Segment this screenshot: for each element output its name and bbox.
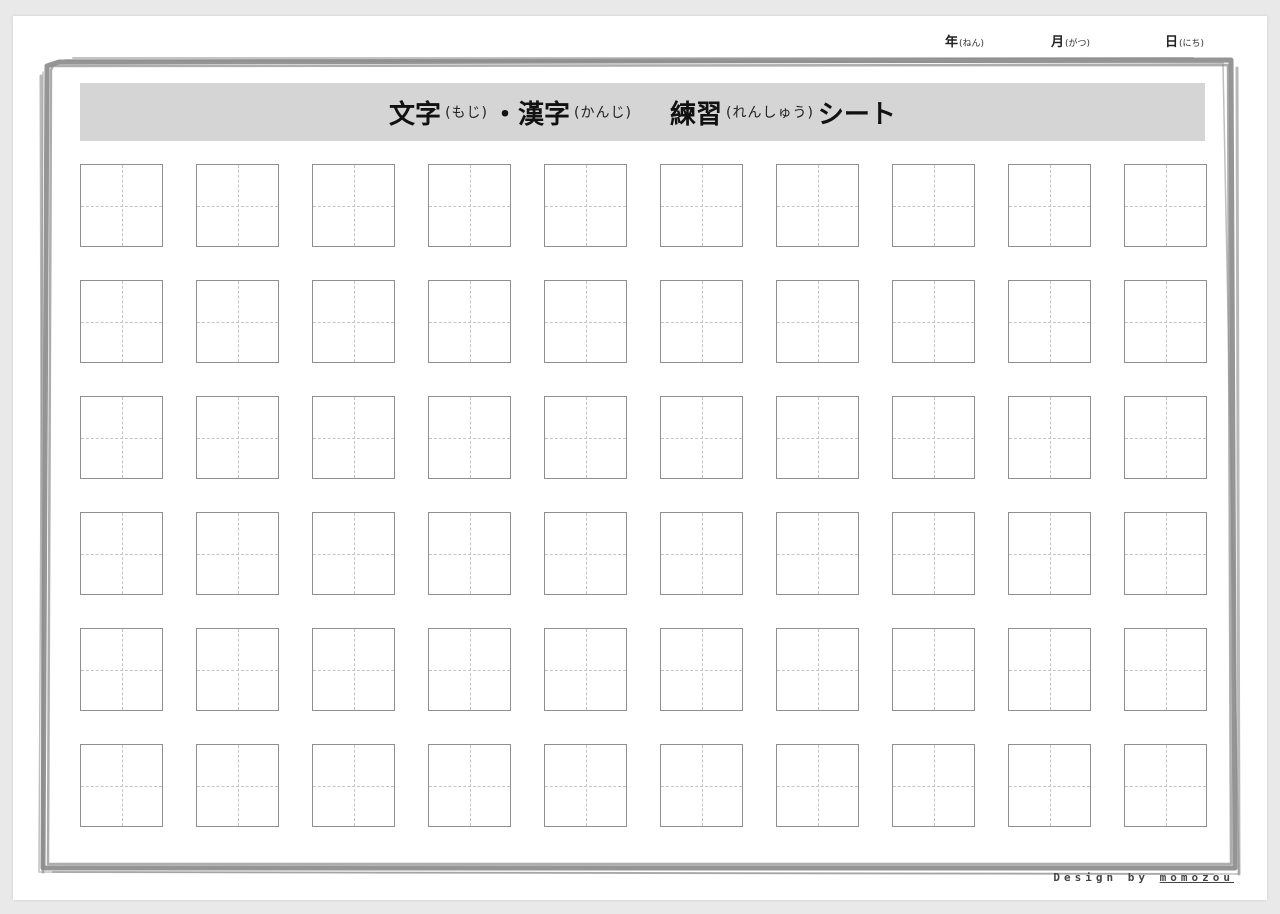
practice-box	[544, 280, 627, 363]
practice-box	[892, 396, 975, 479]
practice-box	[660, 512, 743, 595]
title-moji: 文字	[389, 99, 442, 130]
practice-box	[892, 280, 975, 363]
practice-box	[544, 744, 627, 827]
practice-box	[428, 628, 511, 711]
practice-box	[544, 396, 627, 479]
practice-box	[892, 512, 975, 595]
practice-box	[80, 396, 163, 479]
practice-box	[80, 512, 163, 595]
practice-box	[1124, 280, 1207, 363]
practice-box	[776, 744, 859, 827]
design-credit: Design by momozou	[1053, 871, 1234, 884]
practice-box	[660, 628, 743, 711]
month-ruby: (がつ)	[1065, 39, 1091, 49]
practice-box	[776, 280, 859, 363]
practice-box	[544, 164, 627, 247]
practice-box	[544, 628, 627, 711]
practice-box	[196, 164, 279, 247]
practice-box	[196, 512, 279, 595]
practice-box	[80, 744, 163, 827]
month-label: 月	[1051, 35, 1065, 50]
title-separator: ・	[492, 99, 519, 130]
practice-box	[1008, 164, 1091, 247]
practice-box	[196, 744, 279, 827]
practice-box	[1008, 744, 1091, 827]
practice-box	[428, 396, 511, 479]
day-ruby: (にち)	[1179, 39, 1205, 49]
practice-box	[892, 628, 975, 711]
practice-box	[660, 164, 743, 247]
practice-box	[196, 396, 279, 479]
practice-box	[892, 744, 975, 827]
practice-box	[312, 164, 395, 247]
practice-box	[312, 628, 395, 711]
title-renshu-ruby: (れんしゅう)	[725, 105, 814, 121]
practice-box	[1008, 280, 1091, 363]
practice-box	[80, 628, 163, 711]
credit-prefix: Design by	[1053, 871, 1160, 884]
day-label: 日	[1165, 35, 1179, 50]
practice-box	[1124, 744, 1207, 827]
worksheet-page: 年(ねん) 月(がつ) 日(にち) 文字 (もじ) ・ 漢字 (かんじ) 練習 …	[13, 16, 1267, 900]
date-month-field: 月(がつ)	[1051, 33, 1090, 53]
year-ruby: (ねん)	[959, 39, 985, 49]
practice-box	[544, 512, 627, 595]
practice-grid	[80, 164, 1210, 832]
title-renshu: 練習	[669, 99, 722, 130]
title-moji-ruby: (もじ)	[445, 105, 488, 121]
practice-box	[80, 280, 163, 363]
credit-brand: momozou	[1159, 871, 1234, 884]
practice-box	[196, 628, 279, 711]
practice-box	[660, 396, 743, 479]
practice-box	[776, 164, 859, 247]
practice-box	[1008, 628, 1091, 711]
practice-box	[1008, 396, 1091, 479]
practice-box	[312, 512, 395, 595]
practice-box	[312, 280, 395, 363]
practice-box	[776, 396, 859, 479]
practice-box	[776, 512, 859, 595]
practice-box	[660, 744, 743, 827]
title-kanji: 漢字	[518, 99, 571, 130]
year-label: 年	[945, 35, 959, 50]
practice-box	[312, 396, 395, 479]
practice-box	[80, 164, 163, 247]
practice-box	[660, 280, 743, 363]
date-day-field: 日(にち)	[1165, 33, 1204, 53]
title-kanji-ruby: (かんじ)	[574, 105, 632, 121]
practice-box	[196, 280, 279, 363]
practice-box	[1124, 164, 1207, 247]
practice-box	[312, 744, 395, 827]
title-sheet: シート	[817, 99, 896, 130]
practice-box	[428, 744, 511, 827]
practice-box	[428, 164, 511, 247]
practice-box	[892, 164, 975, 247]
date-year-field: 年(ねん)	[945, 33, 984, 53]
practice-box	[428, 280, 511, 363]
practice-box	[1124, 628, 1207, 711]
practice-box	[1124, 512, 1207, 595]
practice-box	[428, 512, 511, 595]
practice-box	[776, 628, 859, 711]
practice-box	[1124, 396, 1207, 479]
practice-box	[1008, 512, 1091, 595]
worksheet-title: 文字 (もじ) ・ 漢字 (かんじ) 練習 (れんしゅう) シート	[80, 83, 1205, 141]
